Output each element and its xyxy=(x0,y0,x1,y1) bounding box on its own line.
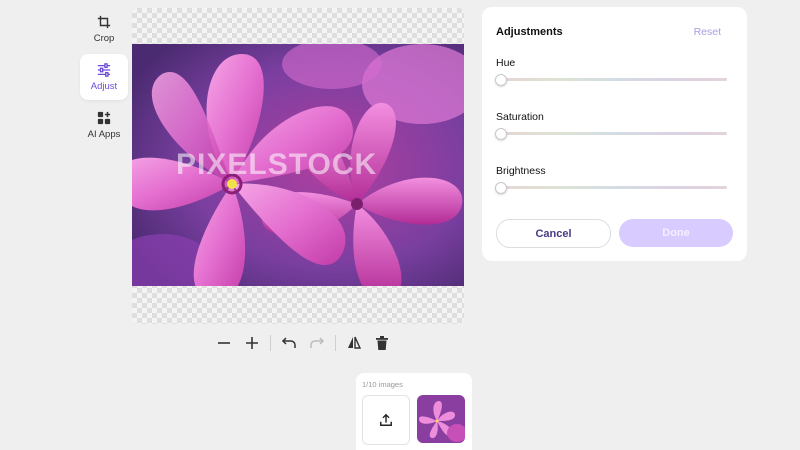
tool-adjust-label: Adjust xyxy=(90,80,118,92)
crop-icon xyxy=(97,15,111,28)
hue-slider-thumb[interactable] xyxy=(495,73,507,86)
toolbar-divider xyxy=(270,335,271,351)
hue-slider[interactable] xyxy=(495,73,727,86)
flip-button[interactable] xyxy=(342,333,366,353)
watermark-text: PIXELSTOCK xyxy=(176,148,378,181)
image-canvas[interactable]: PIXELSTOCK xyxy=(132,8,464,324)
canvas-toolbar xyxy=(212,333,398,353)
panel-title: Adjustments xyxy=(496,26,563,38)
reset-button[interactable]: Reset xyxy=(694,26,721,38)
saturation-slider-thumb[interactable] xyxy=(495,127,507,140)
images-tray: 1/10 images xyxy=(356,373,472,450)
tool-crop[interactable]: Crop xyxy=(80,6,128,52)
toolbar-divider xyxy=(335,335,336,351)
tool-adjust[interactable]: Adjust xyxy=(80,54,128,100)
tool-crop-label: Crop xyxy=(93,32,115,44)
tool-ai-apps[interactable]: AI Apps xyxy=(80,102,128,148)
image-thumbnail[interactable] xyxy=(417,395,465,443)
zoom-in-button[interactable] xyxy=(240,333,264,353)
zoom-out-button[interactable] xyxy=(212,333,236,353)
undo-icon xyxy=(281,337,296,348)
minus-icon xyxy=(218,342,230,344)
brightness-slider[interactable] xyxy=(495,181,727,194)
trash-icon xyxy=(376,336,388,350)
cancel-button[interactable]: Cancel xyxy=(496,219,611,248)
tool-rail: Crop Adjust AI Apps xyxy=(80,6,130,150)
saturation-slider[interactable] xyxy=(495,127,727,140)
flip-icon xyxy=(348,336,362,349)
sliders-icon xyxy=(97,62,111,77)
delete-button[interactable] xyxy=(370,333,394,353)
tool-ai-apps-label: AI Apps xyxy=(87,128,121,140)
brightness-slider-thumb[interactable] xyxy=(495,181,507,194)
upload-icon xyxy=(380,413,392,426)
redo-button[interactable] xyxy=(305,333,329,353)
adjustments-panel: Adjustments Reset Hue Saturation Brightn… xyxy=(482,7,747,261)
redo-icon xyxy=(310,337,325,348)
plus-icon xyxy=(246,337,258,349)
apps-grid-icon xyxy=(97,111,111,124)
thumbnail-flower xyxy=(417,395,465,443)
brightness-label: Brightness xyxy=(496,165,546,177)
saturation-label: Saturation xyxy=(496,111,544,123)
undo-button[interactable] xyxy=(277,333,301,353)
image-count: 1/10 images xyxy=(362,380,403,389)
upload-button[interactable] xyxy=(362,395,410,445)
done-button[interactable]: Done xyxy=(619,219,733,247)
hue-label: Hue xyxy=(496,57,516,69)
